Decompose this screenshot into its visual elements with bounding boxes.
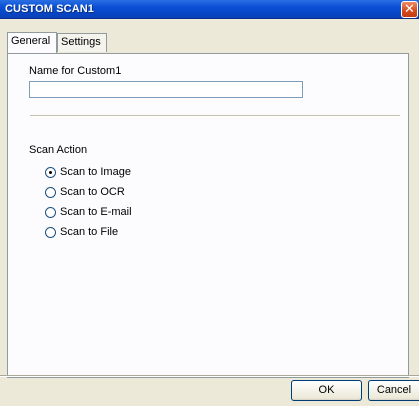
general-panel: Name for Custom1 Scan Action Scan to Ima… [7,53,409,378]
close-icon: ✕ [404,1,415,16]
dialog-body: General Settings Name for Custom1 Scan A… [0,19,419,406]
cancel-button[interactable]: Cancel [368,380,419,401]
footer-divider [0,375,419,377]
radio-label: Scan to Image [60,166,131,178]
radio-label: Scan to File [60,226,119,238]
radio-button-icon[interactable] [45,227,56,238]
scan-action-label: Scan Action [29,144,88,156]
window-title: CUSTOM SCAN1 [5,3,95,15]
ok-button[interactable]: OK [291,380,362,401]
name-input[interactable] [29,81,303,98]
radio-button-icon[interactable] [45,187,56,198]
radio-label: Scan to E-mail [60,206,132,218]
tab-general[interactable]: General [7,32,57,53]
radio-button-icon[interactable] [45,207,56,218]
radio-button-icon[interactable] [45,167,56,178]
name-label: Name for Custom1 [29,65,122,77]
tab-settings[interactable]: Settings [57,33,107,52]
close-button[interactable]: ✕ [401,1,418,18]
radio-label: Scan to OCR [60,186,125,198]
title-bar[interactable]: CUSTOM SCAN1 ✕ [0,0,419,19]
divider [30,115,400,117]
